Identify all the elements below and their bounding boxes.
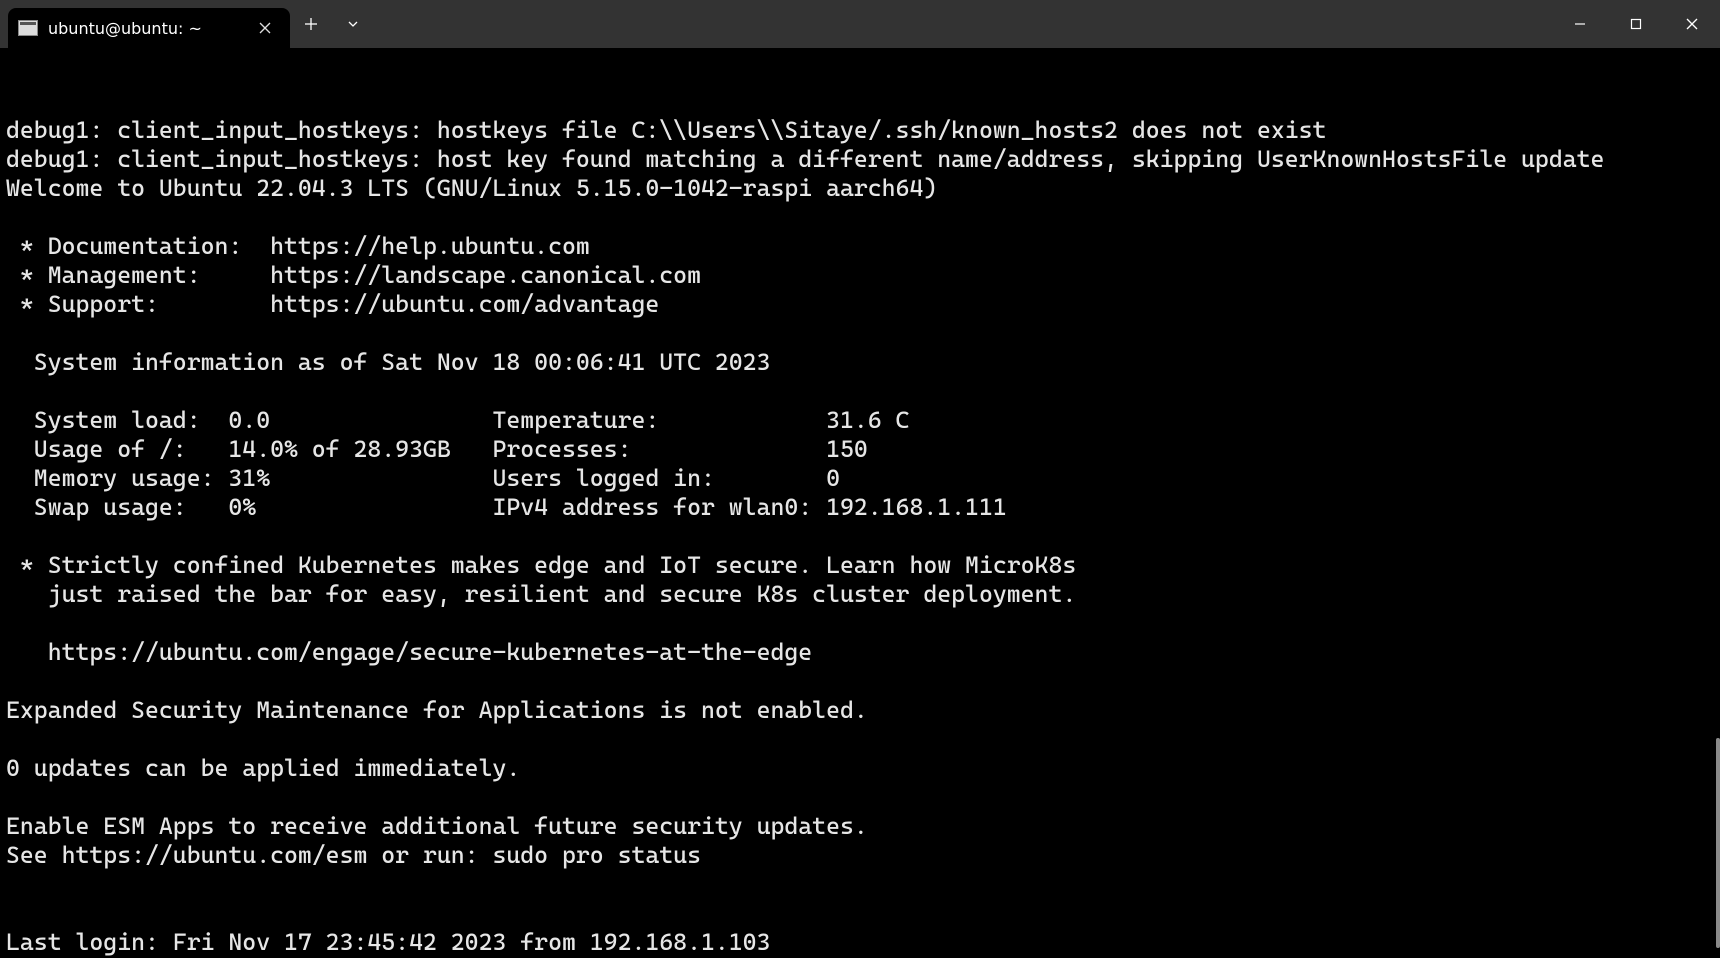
window-controls — [1552, 0, 1720, 48]
chevron-down-icon — [347, 18, 359, 30]
titlebar: ubuntu@ubuntu: ~ — [0, 0, 1720, 48]
tab-dropdown-button[interactable] — [332, 0, 374, 48]
terminal-icon — [18, 20, 38, 36]
titlebar-drag-area[interactable] — [374, 0, 1552, 48]
scrollbar-thumb[interactable] — [1716, 738, 1720, 948]
tab-close-button[interactable] — [252, 15, 278, 41]
tab-title: ubuntu@ubuntu: ~ — [48, 19, 242, 38]
terminal-viewport[interactable]: debug1: client_input_hostkeys: hostkeys … — [0, 48, 1720, 958]
close-icon — [259, 22, 271, 34]
tab-actions — [290, 0, 374, 48]
minimize-icon — [1574, 18, 1586, 30]
tab-active[interactable]: ubuntu@ubuntu: ~ — [8, 8, 290, 48]
new-tab-button[interactable] — [290, 0, 332, 48]
terminal-output: debug1: client_input_hostkeys: hostkeys … — [6, 116, 1714, 957]
maximize-button[interactable] — [1608, 0, 1664, 48]
close-window-button[interactable] — [1664, 0, 1720, 48]
minimize-button[interactable] — [1552, 0, 1608, 48]
plus-icon — [304, 17, 318, 31]
maximize-icon — [1630, 18, 1642, 30]
tab-strip: ubuntu@ubuntu: ~ — [0, 0, 290, 48]
close-icon — [1686, 18, 1698, 30]
